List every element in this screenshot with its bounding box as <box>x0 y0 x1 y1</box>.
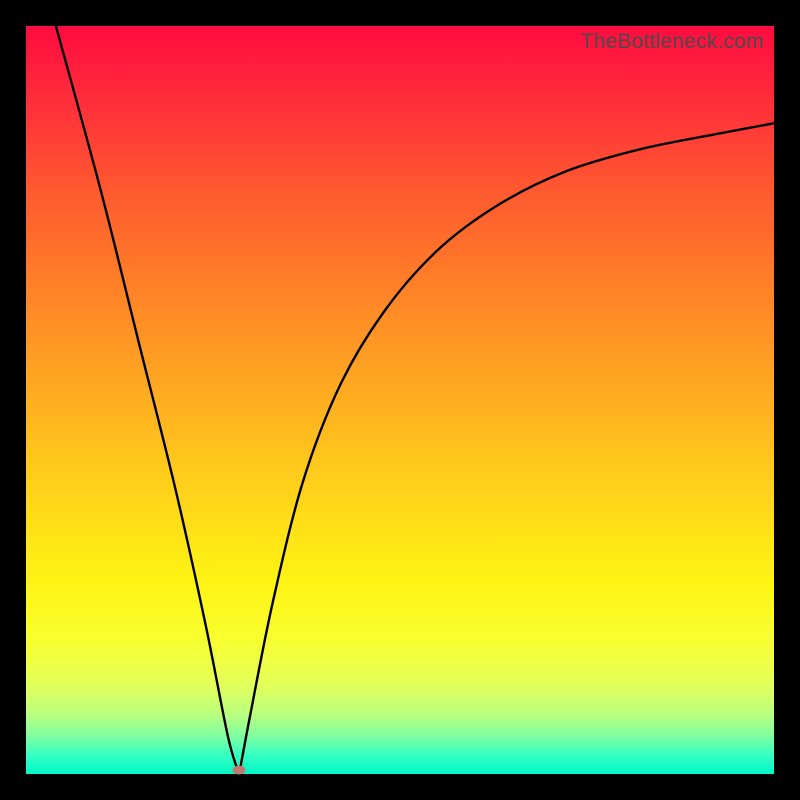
chart-curve-svg <box>26 26 774 774</box>
chart-outer-frame: TheBottleneck.com <box>0 0 800 800</box>
watermark-text: TheBottleneck.com <box>581 30 764 54</box>
optimum-marker <box>233 766 246 775</box>
chart-plot-area: TheBottleneck.com <box>26 26 774 774</box>
curve-left-branch <box>56 26 239 774</box>
curve-right-branch <box>239 123 774 774</box>
